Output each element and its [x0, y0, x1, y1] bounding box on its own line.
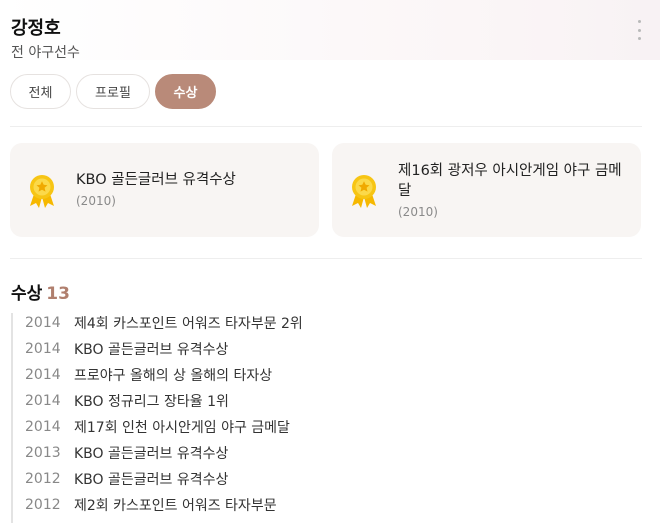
award-name: 제4회 카스포인트 어워즈 타자부문 2위 [74, 316, 303, 332]
awards-title: 수상 [11, 284, 43, 304]
awards-count: 13 [46, 284, 70, 304]
award-name: 제17회 인천 아시안게임 야구 금메달 [74, 420, 290, 436]
award-year: 2014 [25, 341, 61, 357]
award-page: 강정호 전 야구선수 전체 프로필 수상 KBO 골든글러브 유격수상 (201… [0, 0, 660, 523]
award-name: 프로야구 올해의 상 올해의 타자상 [74, 368, 273, 384]
award-year: 2012 [25, 471, 61, 487]
award-name: KBO 골든글러브 유격수상 [74, 446, 229, 462]
featured-award-title: 제16회 광저우 아시안게임 야구 금메달 [398, 163, 622, 199]
award-name: KBO 골든글러브 유격수상 [74, 472, 229, 488]
award-year: 2014 [25, 315, 61, 331]
more-vertical-icon[interactable] [632, 20, 646, 40]
profile-name: 강정호 [11, 18, 61, 39]
award-list-item[interactable]: 2014 제4회 카스포인트 어워즈 타자부문 2위 [25, 310, 303, 336]
tab-profile[interactable]: 프로필 [76, 74, 150, 109]
award-list-item[interactable]: 2014 KBO 정규리그 장타율 1위 [25, 388, 303, 414]
award-year: 2014 [25, 367, 61, 383]
tab-bar: 전체 프로필 수상 [10, 74, 216, 109]
featured-award-year: (2010) [76, 194, 116, 208]
tab-awards[interactable]: 수상 [155, 74, 216, 109]
award-name: KBO 정규리그 장타율 1위 [74, 394, 229, 410]
award-list-item[interactable]: 2013 KBO 골든글러브 유격수상 [25, 440, 303, 466]
featured-award-card[interactable]: KBO 골든글러브 유격수상 (2010) [10, 143, 319, 237]
award-list-item[interactable]: 2012 제2회 카스포인트 어워즈 타자부문 [25, 492, 303, 518]
award-list-rail [11, 313, 13, 523]
award-list-item[interactable]: 2012 KBO 골든글러브 유격수상 [25, 466, 303, 492]
award-year: 2012 [25, 497, 61, 513]
featured-award-year: (2010) [398, 205, 438, 219]
award-name: 제2회 카스포인트 어워즈 타자부문 [74, 498, 277, 514]
award-list-item[interactable]: 2014 KBO 골든글러브 유격수상 [25, 336, 303, 362]
award-name: KBO 골든글러브 유격수상 [74, 342, 229, 358]
divider [10, 126, 642, 127]
awards-section-title: 수상 13 [11, 279, 70, 304]
divider [10, 258, 642, 259]
award-list-item[interactable]: 2014 제17회 인천 아시안게임 야구 금메달 [25, 414, 303, 440]
award-year: 2014 [25, 393, 61, 409]
featured-award-title: KBO 골든글러브 유격수상 [76, 172, 236, 188]
award-year: 2014 [25, 419, 61, 435]
award-list: 2014 제4회 카스포인트 어워즈 타자부문 2위 2014 KBO 골든글러… [25, 310, 303, 518]
award-list-item[interactable]: 2014 프로야구 올해의 상 올해의 타자상 [25, 362, 303, 388]
award-year: 2013 [25, 445, 61, 461]
profile-subtitle: 전 야구선수 [11, 45, 80, 61]
medal-icon [352, 175, 376, 208]
medal-icon [30, 175, 54, 208]
header-background [0, 0, 660, 60]
featured-award-card[interactable]: 제16회 광저우 아시안게임 야구 금메달 (2010) [332, 143, 641, 237]
tab-all[interactable]: 전체 [10, 74, 71, 109]
